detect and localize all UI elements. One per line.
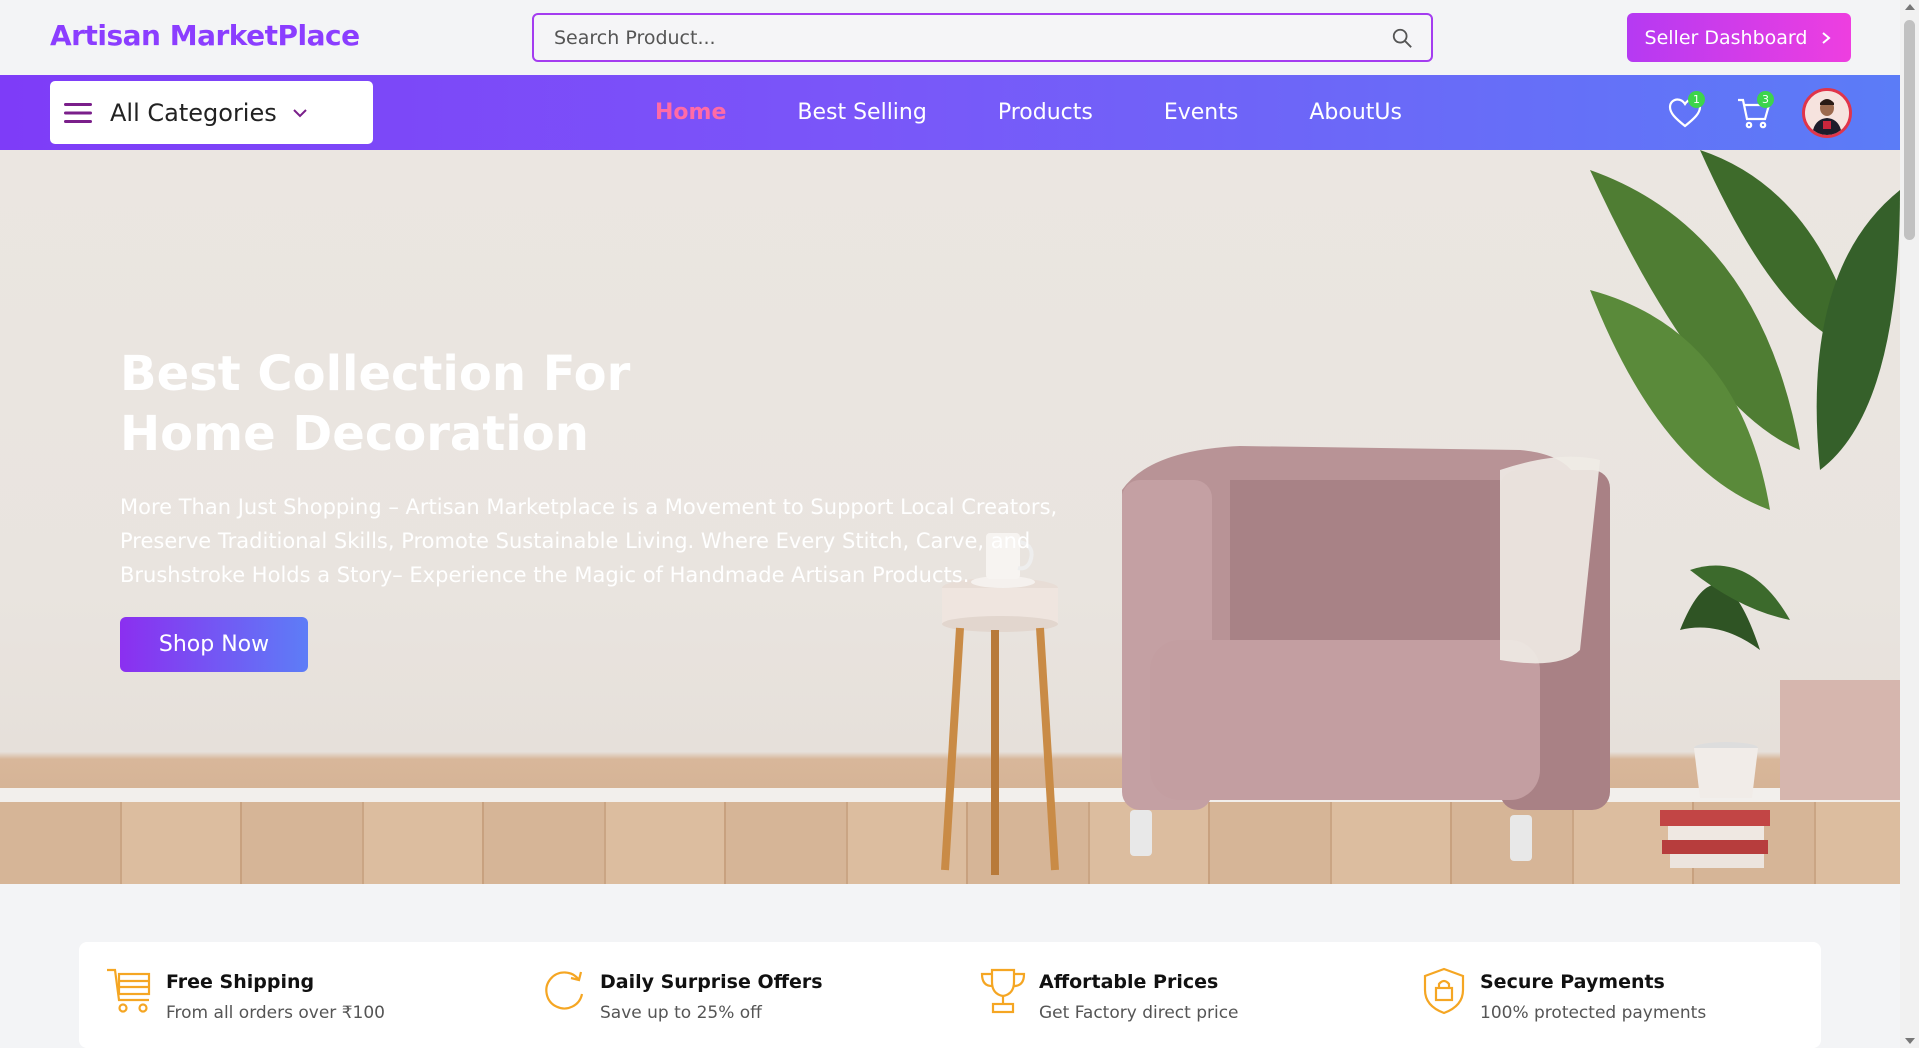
top-bar: Artisan MarketPlace Seller Dashboard [0,0,1900,75]
page-scrollbar[interactable] [1900,0,1919,1048]
feature-subtitle: Get Factory direct price [1039,1003,1239,1023]
feature-subtitle: From all orders over ₹100 [166,1003,385,1023]
scroll-down-icon[interactable] [1905,1038,1915,1044]
hero-banner: Best Collection For Home Decoration More… [0,150,1900,884]
trophy-icon [980,968,1026,1014]
feature-subtitle: 100% protected payments [1480,1003,1707,1023]
nav-link-aboutus[interactable]: AboutUs [1309,100,1402,125]
user-avatar-image [1805,91,1849,135]
hero-description: More Than Just Shopping – Artisan Market… [120,495,1058,587]
site-logo[interactable]: Artisan MarketPlace [50,19,360,52]
cart-icon [107,968,151,1013]
search-input[interactable] [534,15,1354,60]
feature-title: Daily Surprise Offers [600,971,823,993]
chevron-down-icon [293,108,307,117]
search-bar [532,13,1433,62]
seller-dashboard-label: Seller Dashboard [1644,26,1808,49]
main-nav: Home Best Selling Products Events AboutU… [655,75,1473,150]
feature-title: Free Shipping [166,971,315,993]
scrollbar-thumb[interactable] [1904,20,1915,240]
categories-label: All Categories [110,98,277,127]
nav-link-home[interactable]: Home [655,100,726,125]
feature-title: Affortable Prices [1039,971,1219,993]
search-icon[interactable] [1391,27,1413,49]
hamburger-menu-icon [64,102,92,123]
hero-title: Best Collection For Home Decoration [120,346,631,462]
nav-link-events[interactable]: Events [1164,100,1239,125]
shield-lock-icon [1423,967,1465,1015]
nav-bar: All Categories Home Best Selling Product… [0,75,1900,150]
chevron-right-icon [1822,31,1832,44]
seller-dashboard-button[interactable]: Seller Dashboard [1627,13,1851,62]
all-categories-dropdown[interactable]: All Categories [50,81,373,144]
features-bar: Free Shipping From all orders over ₹100 … [79,942,1821,1048]
wishlist-count-badge: 1 [1688,91,1705,108]
nav-link-products[interactable]: Products [998,100,1093,125]
cart-count-badge: 3 [1757,91,1774,108]
wishlist-button[interactable]: 1 [1667,91,1705,131]
refresh-icon [545,971,584,1010]
plant-illustration [1590,150,1900,868]
feature-title: Secure Payments [1480,971,1665,993]
user-avatar[interactable] [1802,88,1852,138]
shop-now-button[interactable]: Shop Now [120,617,308,672]
scroll-up-icon[interactable] [1905,4,1915,10]
nav-link-best-selling[interactable]: Best Selling [797,100,926,125]
armchair-illustration [1122,446,1610,861]
cart-button[interactable]: 3 [1736,91,1774,131]
feature-subtitle: Save up to 25% off [600,1003,762,1023]
